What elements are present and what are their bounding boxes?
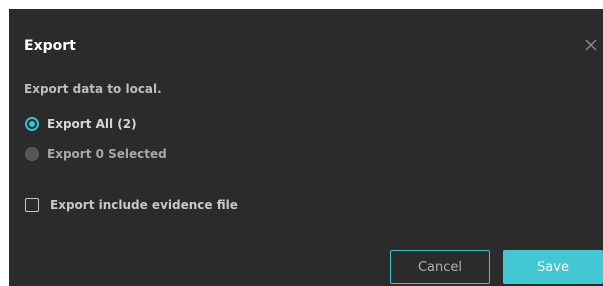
dialog-title: Export (24, 38, 76, 54)
include-evidence-option[interactable]: Export include evidence file (25, 198, 238, 212)
radio-disabled-icon[interactable] (25, 147, 39, 161)
checkbox-icon[interactable] (25, 198, 39, 212)
export-all-option[interactable]: Export All (2) (25, 117, 137, 131)
close-icon-glyph (585, 39, 597, 51)
export-dialog: Export Export data to local. Export All … (9, 9, 603, 286)
export-selected-label: Export 0 Selected (47, 147, 167, 161)
save-button[interactable]: Save (503, 250, 603, 284)
close-icon[interactable] (583, 37, 599, 53)
radio-checked-icon[interactable] (25, 117, 39, 131)
include-evidence-label: Export include evidence file (50, 198, 238, 212)
export-selected-option[interactable]: Export 0 Selected (25, 147, 167, 161)
cancel-button[interactable]: Cancel (390, 250, 490, 284)
export-all-label: Export All (2) (47, 117, 137, 131)
dialog-description: Export data to local. (24, 82, 162, 96)
